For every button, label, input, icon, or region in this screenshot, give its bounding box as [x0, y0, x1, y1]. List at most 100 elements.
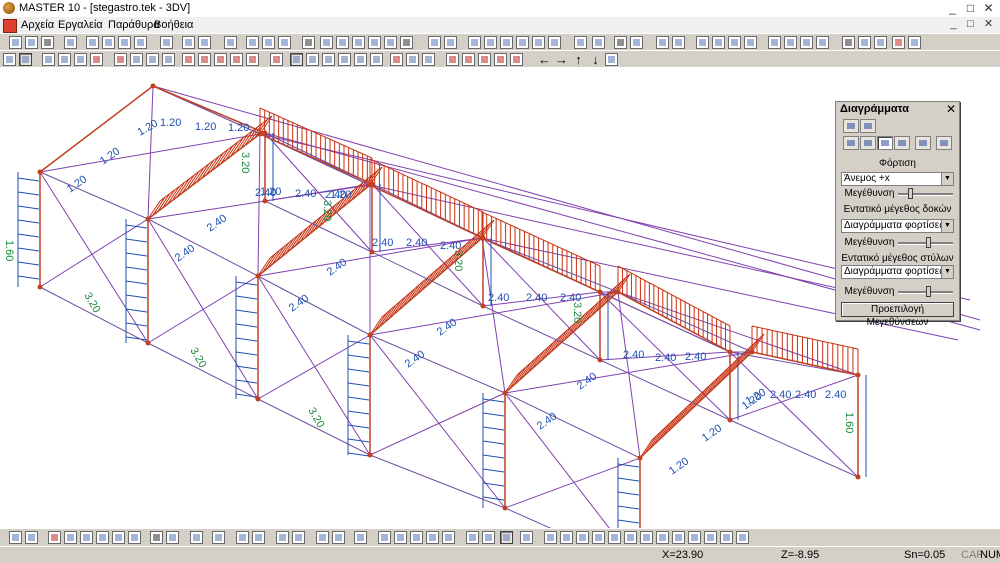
scale-slider-1[interactable]	[898, 188, 953, 199]
torsion-icon[interactable]	[162, 53, 175, 66]
grid-icon[interactable]	[224, 36, 237, 49]
frame-icon[interactable]	[428, 36, 441, 49]
array-icon[interactable]	[354, 531, 367, 544]
solid-icon[interactable]	[306, 53, 319, 66]
print-preview-icon[interactable]	[118, 36, 131, 49]
beam-diagram-5-icon[interactable]	[510, 53, 523, 66]
redraw-icon[interactable]	[166, 531, 179, 544]
copy-diagram-icon[interactable]	[936, 136, 952, 150]
grid-snap-icon[interactable]	[190, 531, 203, 544]
clipboard-icon[interactable]	[908, 36, 921, 49]
diagram-type-2-icon[interactable]	[860, 119, 876, 133]
text-icon[interactable]	[302, 36, 315, 49]
export-view-icon[interactable]	[605, 53, 618, 66]
line-icon[interactable]	[246, 36, 259, 49]
view-front-icon[interactable]	[784, 36, 797, 49]
frame-view-1-icon[interactable]	[322, 53, 335, 66]
shear-icon[interactable]	[130, 53, 143, 66]
text-m-icon[interactable]	[410, 531, 423, 544]
snap-mid-icon[interactable]	[576, 531, 589, 544]
move-icon[interactable]	[858, 36, 871, 49]
angle-icon[interactable]	[252, 531, 265, 544]
cursor-icon[interactable]	[500, 531, 513, 544]
line-load-icon[interactable]	[915, 136, 931, 150]
scale-slider-3[interactable]	[898, 286, 953, 297]
column-load-icon[interactable]	[860, 136, 876, 150]
frame-view-5-icon[interactable]	[390, 53, 403, 66]
frame-view-6-icon[interactable]	[406, 53, 419, 66]
text-b-icon[interactable]	[394, 531, 407, 544]
properties-icon[interactable]	[198, 36, 211, 49]
foundation-icon[interactable]	[696, 36, 709, 49]
panel-close-button[interactable]: ✕	[946, 102, 956, 116]
combination-icon[interactable]	[548, 36, 561, 49]
elevation-view-icon[interactable]	[58, 53, 71, 66]
diagram-mode-icon[interactable]	[19, 53, 32, 66]
zoom-all-icon[interactable]	[128, 531, 141, 544]
snap-near-icon[interactable]	[640, 531, 653, 544]
arrow-down-icon[interactable]: ↓	[589, 51, 602, 68]
load-icon[interactable]	[516, 36, 529, 49]
render-icon[interactable]	[90, 53, 103, 66]
zoom-previous-icon[interactable]	[112, 531, 125, 544]
buckling-icon[interactable]	[246, 53, 259, 66]
text-c-icon[interactable]	[426, 531, 439, 544]
reaction-icon[interactable]	[198, 53, 211, 66]
rotate-icon[interactable]	[874, 36, 887, 49]
arrow-right-icon[interactable]: →	[555, 51, 568, 68]
snap-quad-icon[interactable]	[672, 531, 685, 544]
text-a-icon[interactable]	[378, 531, 391, 544]
node-icon[interactable]	[468, 36, 481, 49]
view-side-icon[interactable]	[800, 36, 813, 49]
zoom-out-icon[interactable]	[80, 531, 93, 544]
doc-minimize-button[interactable]: _	[946, 18, 961, 31]
menu-files[interactable]: Αρχεία	[21, 18, 54, 32]
zoom-extents-icon[interactable]	[150, 531, 163, 544]
offset-icon[interactable]	[316, 531, 329, 544]
crosshair-icon[interactable]	[520, 531, 533, 544]
menu-windows[interactable]: Παράθυρα	[108, 18, 160, 32]
cube-icon[interactable]	[422, 53, 435, 66]
columns-select[interactable]: Διαγράμματα φορτίσεων ▼	[841, 265, 954, 279]
open-file-icon[interactable]	[25, 36, 38, 49]
trim-icon[interactable]	[276, 531, 289, 544]
remove-point-icon[interactable]	[482, 531, 495, 544]
footing-icon[interactable]	[712, 36, 725, 49]
section-icon[interactable]	[768, 36, 781, 49]
menu-help[interactable]: Βοήθεια	[154, 18, 193, 32]
member-icon[interactable]	[500, 36, 513, 49]
snap-node-icon[interactable]	[688, 531, 701, 544]
redo-icon[interactable]	[25, 531, 38, 544]
wall-icon[interactable]	[384, 36, 397, 49]
close-button[interactable]: ✕	[980, 1, 997, 15]
save-icon[interactable]	[41, 36, 54, 49]
load-case-icon[interactable]	[532, 36, 545, 49]
stop-icon[interactable]	[48, 531, 61, 544]
snap-ext-icon[interactable]	[704, 531, 717, 544]
snap-grid-icon[interactable]	[544, 531, 557, 544]
doc-restore-button[interactable]: □	[963, 18, 978, 31]
minimize-button[interactable]: _	[944, 1, 961, 15]
frame-view-3-icon[interactable]	[354, 53, 367, 66]
zoom-in-icon[interactable]	[64, 531, 77, 544]
zoom-window-icon[interactable]	[96, 531, 109, 544]
select-icon[interactable]	[3, 53, 16, 66]
chevron-down-icon[interactable]: ▼	[941, 220, 953, 232]
layers-icon[interactable]	[182, 36, 195, 49]
table-icon[interactable]	[656, 36, 669, 49]
utilization-icon[interactable]	[230, 53, 243, 66]
copy-icon[interactable]	[86, 36, 99, 49]
diagram-type-1-icon[interactable]	[843, 119, 859, 133]
pan-hand-icon[interactable]	[842, 36, 855, 49]
arrow-left-icon[interactable]: ←	[538, 51, 551, 68]
arc-icon[interactable]	[278, 36, 291, 49]
doc-close-button[interactable]: ✕	[981, 18, 996, 31]
print-icon[interactable]	[102, 36, 115, 49]
snap-inter-icon[interactable]	[656, 531, 669, 544]
report-icon[interactable]	[672, 36, 685, 49]
wind-load-icon[interactable]	[894, 136, 910, 150]
import-icon[interactable]	[64, 36, 77, 49]
add-point-icon[interactable]	[466, 531, 479, 544]
snap-center-icon[interactable]	[592, 531, 605, 544]
frame-3d-icon[interactable]	[444, 36, 457, 49]
